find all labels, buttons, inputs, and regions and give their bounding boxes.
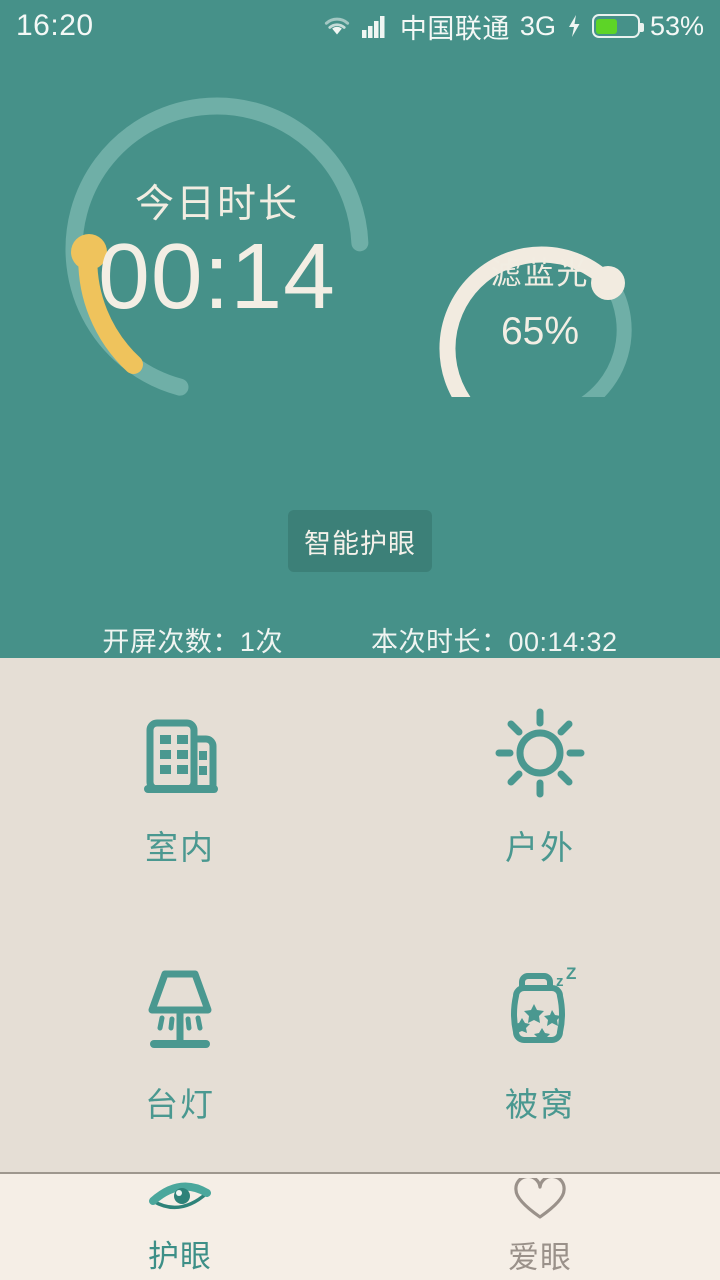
- usage-stats: 开屏次数：1次 本次时长：00:14:32: [0, 620, 720, 658]
- desk-lamp-icon: [132, 962, 228, 1058]
- svg-text:Z: Z: [566, 964, 576, 983]
- battery-icon: [591, 14, 644, 38]
- mode-grid: 室内 户外 台灯 z Z 被窝: [0, 658, 720, 1172]
- mode-item-outdoor[interactable]: 户外: [360, 658, 720, 915]
- sub-ring-value: 65%: [500, 310, 580, 353]
- status-indicators: 中国联通 3G 53%: [322, 7, 704, 46]
- main-ring-value: 00:14: [98, 224, 336, 328]
- sun-icon: [492, 705, 588, 801]
- bed-sleep-icon: z Z: [492, 962, 588, 1058]
- charging-bolt-icon: [566, 14, 582, 38]
- session-duration: 本次时长：00:14:32: [370, 627, 618, 657]
- mode-item-indoor[interactable]: 室内: [0, 658, 360, 915]
- nav-tab-eye-care[interactable]: 护眼: [0, 1174, 360, 1280]
- nav-label-eye-care: 护眼: [148, 1238, 212, 1274]
- network-type: 3G: [519, 10, 556, 41]
- mode-panel: 室内 户外 台灯 z Z 被窝: [0, 658, 720, 1172]
- mode-label-desk-lamp: 台灯: [145, 1085, 215, 1123]
- mode-label-indoor: 室内: [145, 828, 215, 866]
- nav-tab-love-eyes[interactable]: 爱眼: [360, 1174, 720, 1280]
- building-icon: [132, 705, 228, 801]
- wifi-icon: [322, 14, 352, 38]
- carrier-name: 中国联通: [399, 13, 510, 44]
- signal-icon: [361, 14, 390, 38]
- bottom-navigation: 护眼 爱眼: [0, 1174, 720, 1280]
- status-bar: 16:20 中国联通 3G 53%: [0, 0, 720, 52]
- battery-percent: 53%: [649, 10, 704, 41]
- eye-icon: [149, 1179, 211, 1224]
- app-screen: 16:20 中国联通 3G 53% 今日时长 00:14 滤蓝光 65% 智能护…: [0, 0, 720, 1280]
- svg-text:z: z: [556, 973, 564, 990]
- smart-eye-care-button[interactable]: 智能护眼: [288, 510, 432, 572]
- mode-label-bed: 被窝: [505, 1085, 575, 1123]
- mode-item-bed[interactable]: z Z 被窝: [360, 915, 720, 1172]
- status-time: 16:20: [16, 9, 94, 42]
- main-ring-label: 今日时长: [134, 183, 299, 226]
- heart-icon: [512, 1174, 568, 1225]
- nav-label-love-eyes: 爱眼: [508, 1239, 572, 1275]
- mode-label-outdoor: 户外: [505, 828, 575, 866]
- mode-item-desk-lamp[interactable]: 台灯: [0, 915, 360, 1172]
- dashboard-panel: 今日时长 00:14 滤蓝光 65% 智能护眼 开屏次数：1次 本次时长：00:…: [0, 52, 720, 658]
- screen-on-count: 开屏次数：1次: [102, 627, 283, 657]
- progress-rings: 今日时长 00:14 滤蓝光 65%: [0, 52, 720, 397]
- sub-ring-label: 滤蓝光: [490, 256, 590, 291]
